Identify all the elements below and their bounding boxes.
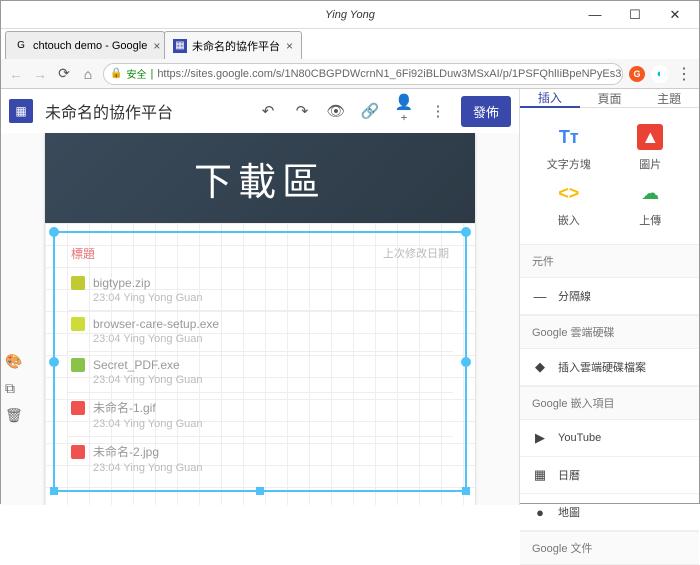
insert-divider[interactable]: — 分隔線 [520,278,699,315]
os-username: Ying Yong [325,9,375,21]
url-text: https://sites.google.com/s/1N80CBGPDWcrn… [157,68,623,80]
minimize-button[interactable]: — [575,2,615,28]
insert-upload[interactable]: ☁ 上傳 [612,180,690,228]
file-name: browser-care-setup.exe [93,317,219,331]
copy-icon[interactable]: ⧉ [5,380,23,397]
close-button[interactable]: ✕ [655,2,695,28]
section-components: 元件 [520,244,699,278]
extension-icon[interactable]: G [629,66,645,82]
file-row[interactable]: bigtype.zip 23:04 Ying Yong Guan [67,270,453,310]
back-button[interactable]: ← [7,65,25,83]
file-name: 未命名-2.jpg [93,443,159,460]
page-header[interactable]: 下載區 [45,133,475,223]
browser-tab-strip: G chtouch demo - Google × ▦ 未命名的協作平台 × [1,29,699,59]
divider-icon: — [532,289,548,304]
file-meta: 23:04 Ying Yong Guan [93,462,449,474]
publish-button[interactable]: 發佈 [461,96,511,127]
site-title[interactable]: 未命名的協作平台 [45,99,173,123]
chrome-menu-button[interactable]: ⋮ [675,64,693,84]
insert-image[interactable]: ▲ 圖片 [612,124,690,172]
delete-icon[interactable]: 🗑 [5,407,23,424]
section-google-embed: Google 嵌入項目 [520,386,699,420]
forward-button[interactable]: → [31,65,49,83]
file-meta: 23:04 Ying Yong Guan [93,418,449,430]
tab-pages[interactable]: 頁面 [580,89,640,108]
insert-map[interactable]: ● 地圖 [520,494,699,531]
address-bar[interactable]: 🔒 安全 | https://sites.google.com/s/1N80CB… [103,63,623,85]
file-row[interactable]: Secret_PDF.exe 23:04 Ying Yong Guan [67,351,453,392]
undo-button[interactable]: ↶ [257,102,279,120]
insert-text-box[interactable]: Tᴛ 文字方塊 [530,124,608,172]
address-bar-row: ← → ⟳ ⌂ 🔒 安全 | https://sites.google.com/… [1,59,699,89]
sites-logo-icon[interactable]: ▦ [9,99,33,123]
tab-insert[interactable]: 插入 [520,89,580,108]
file-row[interactable]: 未命名-1.gif 23:04 Ying Yong Guan [67,392,453,436]
file-type-icon [71,401,85,415]
embed-icon: <> [556,180,582,206]
map-pin-icon: ● [532,505,548,520]
file-name: bigtype.zip [93,276,150,290]
page-canvas[interactable]: 下載區 標題 上次修改日期 bigtype.z [45,133,475,505]
file-meta: 23:04 Ying Yong Guan [93,292,449,304]
file-meta: 23:04 Ying Yong Guan [93,374,449,386]
link-button[interactable]: 🔗 [359,102,381,120]
drive-embed-block[interactable]: 標題 上次修改日期 bigtype.zip 23:04 Ying Yong Gua… [53,231,467,492]
insert-drive-file[interactable]: ◆ 插入雲端硬碟檔案 [520,349,699,386]
tab-themes[interactable]: 主題 [639,89,699,108]
drive-icon: ◆ [532,359,548,375]
insert-youtube[interactable]: ▶ YouTube [520,420,699,457]
browser-tab[interactable]: G chtouch demo - Google × [5,31,165,59]
google-favicon-icon: G [14,39,28,53]
palette-icon[interactable]: 🎨 [5,353,23,370]
text-icon: Tᴛ [556,124,582,150]
file-row[interactable]: 未命名-2.jpg 23:04 Ying Yong Guan [67,436,453,480]
upload-icon: ☁ [637,180,663,206]
file-type-icon [71,276,85,290]
file-type-icon [71,445,85,459]
more-button[interactable]: ⋮ [427,102,449,120]
file-meta: 23:04 Ying Yong Guan [93,333,449,345]
secure-label: 安全 [126,66,146,81]
file-name: Secret_PDF.exe [93,358,180,372]
share-button[interactable]: 👤⁺ [393,93,415,129]
drive-column-date: 上次修改日期 [383,245,449,262]
lock-icon: 🔒 [110,68,122,79]
file-name: 未命名-1.gif [93,399,156,416]
reload-button[interactable]: ⟳ [55,65,73,83]
home-button[interactable]: ⌂ [79,65,97,83]
close-tab-icon[interactable]: × [153,39,160,53]
insert-calendar[interactable]: ▦ 日曆 [520,457,699,494]
app-toolbar: ▦ 未命名的協作平台 ↶ ↷ 👁 🔗 👤⁺ ⋮ 發佈 [1,89,519,133]
close-tab-icon[interactable]: × [286,39,293,53]
browser-tab[interactable]: ▦ 未命名的協作平台 × [164,31,302,59]
sites-favicon-icon: ▦ [173,39,187,53]
tab-title: chtouch demo - Google [33,40,147,52]
section-drive: Google 雲端硬碟 [520,315,699,349]
calendar-icon: ▦ [532,467,548,483]
preview-button[interactable]: 👁 [325,102,347,120]
redo-button[interactable]: ↷ [291,102,313,120]
maximize-button[interactable]: ☐ [615,2,655,28]
file-type-icon [71,358,85,372]
drive-column-name: 標題 [71,245,95,262]
image-icon: ▲ [637,124,663,150]
insert-embed[interactable]: <> 嵌入 [530,180,608,228]
file-type-icon [71,317,85,331]
youtube-icon: ▶ [532,430,548,446]
section-google-docs: Google 文件 [520,531,699,565]
tab-title: 未命名的協作平台 [192,38,280,54]
file-row[interactable]: browser-care-setup.exe 23:04 Ying Yong Gu… [67,310,453,351]
extension-icon[interactable]: ◐ [651,65,669,83]
